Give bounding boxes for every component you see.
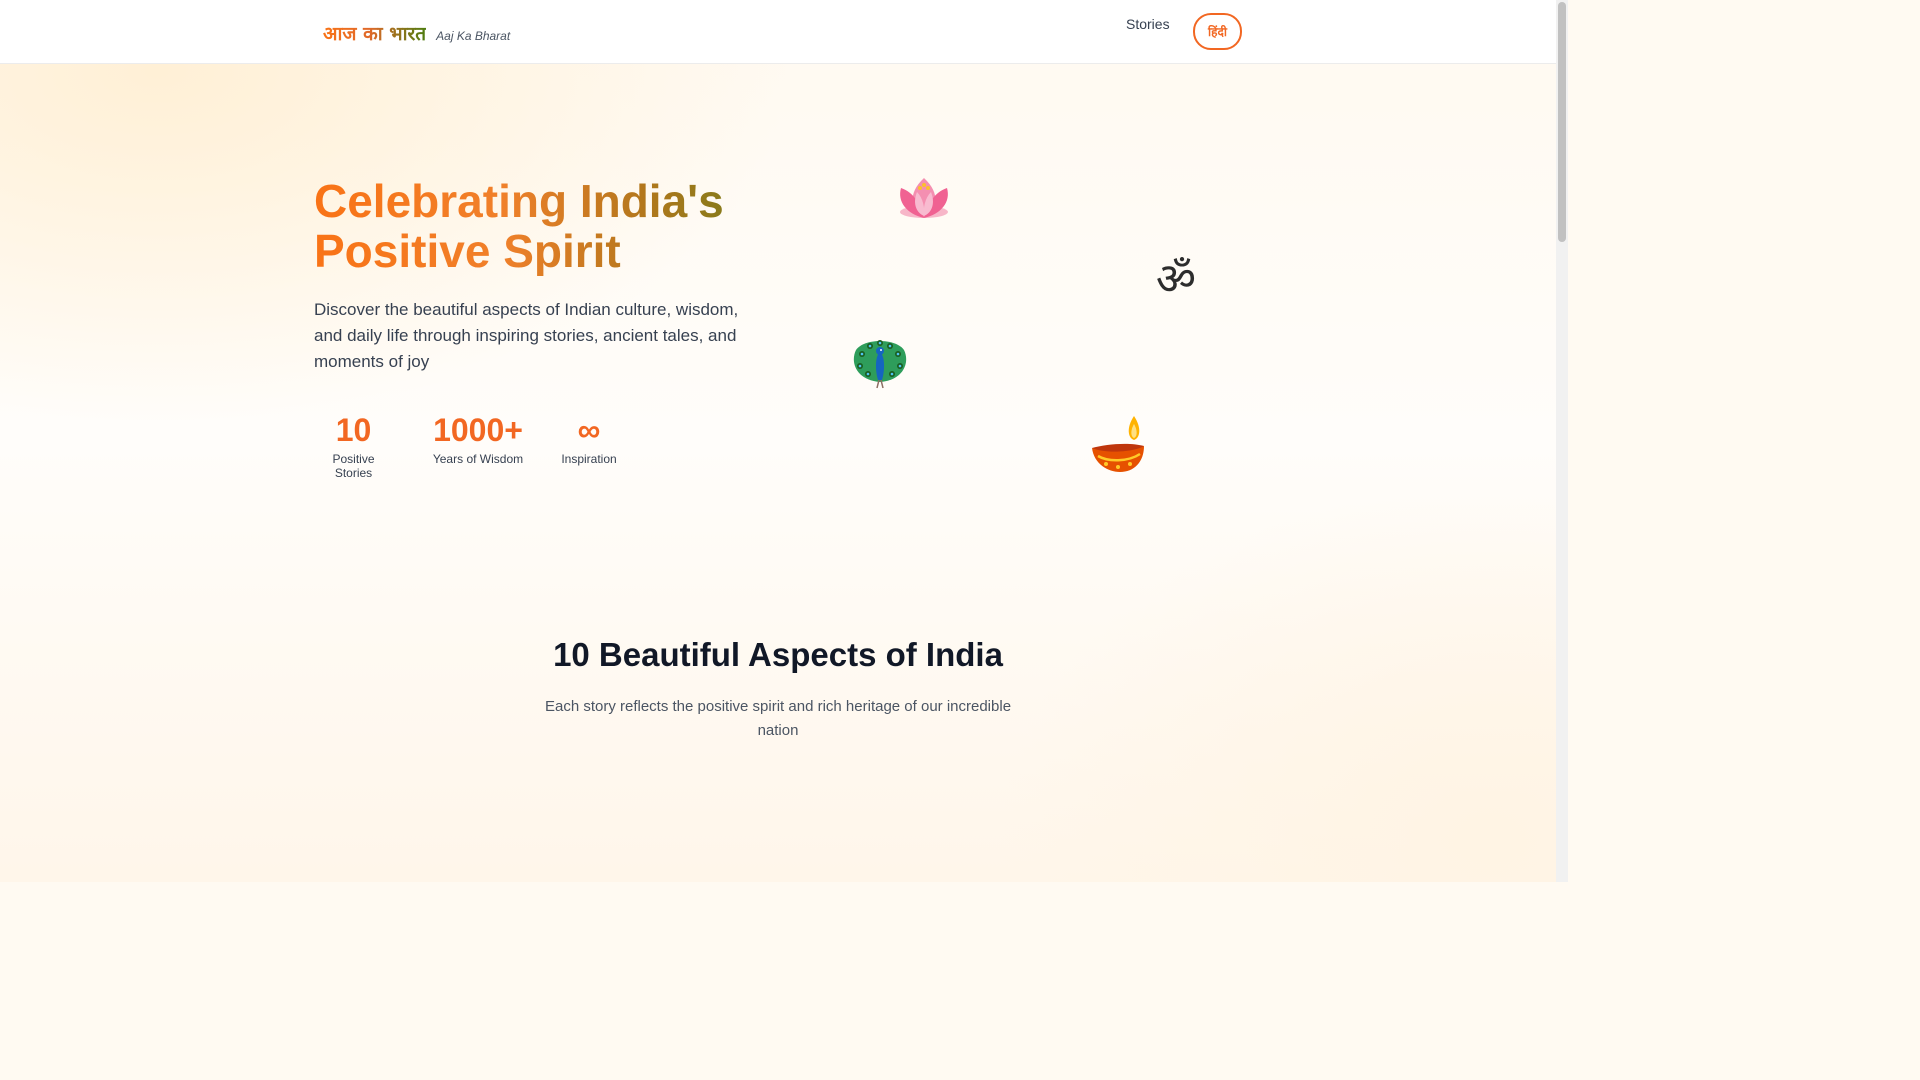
section-subtitle: Each story reflects the positive spirit … — [544, 698, 1012, 739]
peacock-icon — [850, 336, 910, 390]
stat-inspiration: ∞ Inspiration — [561, 412, 617, 466]
stat-label: Years of Wisdom — [432, 452, 524, 466]
logo-hindi-text: आज का भारत — [323, 20, 426, 46]
stat-label: Positive Stories — [332, 452, 375, 480]
nav-link-stories[interactable]: Stories — [1126, 16, 1170, 32]
hero-description: Discover the beautiful aspects of Indian… — [314, 300, 739, 371]
scrollbar-thumb[interactable] — [1558, 2, 1566, 242]
stat-years-of-wisdom: 1000+ Years of Wisdom — [431, 412, 525, 466]
om-icon: ॐ — [1155, 254, 1197, 305]
site-logo[interactable]: आज का भारत Aaj Ka Bharat — [323, 20, 510, 46]
stat-value: ∞ — [577, 412, 601, 448]
stat-value: 10 — [335, 412, 372, 448]
hero-title: Celebrating India's Positive Spirit — [314, 176, 784, 276]
diya-icon — [1090, 414, 1148, 474]
stat-positive-stories: 10 Positive Stories — [314, 412, 393, 480]
stat-label: Inspiration — [561, 452, 617, 466]
logo-subtitle: Aaj Ka Bharat — [436, 29, 511, 43]
page: आज का भारत Aaj Ka Bharat Stories हिंदी C… — [0, 0, 1568, 882]
section-title: 10 Beautiful Aspects of India — [553, 636, 1003, 673]
site-header: आज का भारत Aaj Ka Bharat Stories हिंदी — [0, 0, 1556, 64]
language-toggle-button[interactable]: हिंदी — [1193, 13, 1242, 50]
scrollbar[interactable] — [1556, 0, 1568, 882]
stat-value: 1000+ — [433, 412, 523, 448]
lotus-icon — [893, 168, 955, 224]
